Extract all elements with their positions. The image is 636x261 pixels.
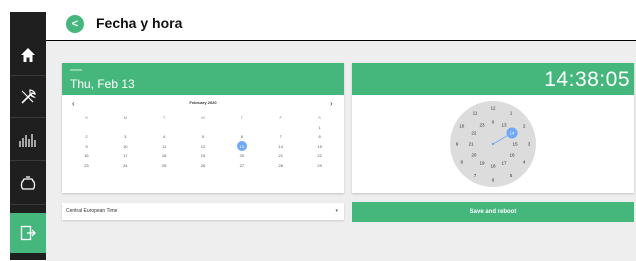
calendar-day[interactable]: 24 — [106, 163, 145, 168]
calendar-day[interactable]: 11 — [145, 144, 184, 149]
calendar-day[interactable]: 25 — [145, 163, 184, 168]
calendar-day[interactable]: 1 — [300, 125, 339, 130]
tools-icon[interactable] — [10, 77, 46, 118]
timezone-select[interactable]: Central European Time ▾ — [62, 203, 344, 220]
time-rest[interactable]: :38:05 — [569, 68, 630, 91]
month-label: February 2020 — [189, 100, 217, 105]
clock-center — [491, 142, 495, 146]
back-button[interactable]: < — [66, 15, 84, 33]
calendar-day[interactable]: 20 — [222, 153, 261, 158]
calendar-day[interactable]: 17 — [106, 153, 145, 158]
calendar-day[interactable]: 23 — [67, 163, 106, 168]
calendar-day[interactable]: 4 — [145, 134, 184, 139]
clock-hour[interactable]: 17 — [501, 161, 507, 166]
timezone-value: Central European Time — [66, 208, 118, 214]
clock-hour[interactable]: 11 — [473, 110, 478, 115]
clock-hour[interactable]: 0 — [492, 120, 495, 125]
calendar-day[interactable]: 9 — [67, 144, 106, 149]
home-icon[interactable] — [10, 35, 46, 76]
clock-hour[interactable]: 13 — [501, 123, 507, 128]
calendar-day[interactable]: 3 — [106, 134, 145, 139]
calendar-day[interactable]: 22 — [300, 153, 339, 158]
clock-hour[interactable]: 18 — [490, 164, 496, 169]
weekday-label: F — [279, 115, 282, 121]
clock-hour[interactable]: 3 — [528, 142, 531, 147]
date-picker: Thu, Feb 13 ‹ February 2020 › SMTWTFS123… — [62, 63, 344, 193]
calendar-day[interactable]: 10 — [106, 144, 145, 149]
clock-hour[interactable]: 8 — [461, 160, 464, 165]
clock-face[interactable]: 12123456789101101314151617181920212223 — [449, 100, 537, 188]
calendar-day[interactable]: 5 — [184, 134, 223, 139]
calendar-day[interactable]: 21 — [261, 153, 300, 158]
calendar-week: 16 17 18 19 20 21 22 — [67, 151, 339, 161]
clock-hour[interactable]: 9 — [456, 142, 459, 147]
time-picker: 14:38:05 12 1 2 3 4 5 6 7 8 9 10 11 0 13 14 15 16 17 18 19 2… — [352, 63, 634, 193]
chevron-down-icon: ▾ — [335, 208, 338, 214]
calendar-day[interactable]: 26 — [184, 163, 223, 168]
calendar-week: 23 24 25 26 27 28 29 — [67, 161, 339, 171]
calendar-day[interactable]: 16 — [67, 153, 106, 158]
calendar-day[interactable]: 28 — [261, 163, 300, 168]
selected-date-display: Thu, Feb 13 — [70, 77, 135, 91]
calendar-day[interactable]: 19 — [184, 153, 223, 158]
time-picker-header: 14:38:05 — [352, 63, 634, 95]
selected-time-display: 14:38:05 — [544, 68, 630, 92]
save-and-reboot-button[interactable]: Save and reboot — [352, 202, 634, 222]
calendar-day[interactable]: 13 — [222, 140, 261, 151]
calendar-week: 2345678 — [67, 132, 339, 142]
calendar-day[interactable]: 6 — [222, 134, 261, 139]
next-month-button[interactable]: › — [330, 99, 333, 108]
weekday-label: M — [123, 115, 127, 121]
clock-hour[interactable]: 4 — [523, 160, 526, 165]
clock-hour[interactable]: 10 — [459, 124, 465, 129]
calendar-week: 1 — [67, 123, 339, 133]
coffee-pot-icon[interactable] — [10, 164, 46, 205]
time-hour[interactable]: 14 — [544, 68, 568, 91]
clock-hour[interactable]: 21 — [468, 142, 474, 147]
weekday-label: S — [85, 115, 88, 121]
clock-hour[interactable]: 7 — [474, 173, 477, 178]
month-navigation: ‹ February 2020 › — [62, 99, 344, 109]
calendar-day[interactable]: 29 — [300, 163, 339, 168]
sidebar — [10, 12, 46, 260]
calendar-day[interactable]: 12 — [184, 144, 223, 149]
equalizer-icon[interactable] — [10, 120, 46, 161]
clock-hour[interactable]: 19 — [479, 161, 485, 166]
calendar-day[interactable]: 18 — [145, 153, 184, 158]
clock-hour[interactable]: 5 — [510, 173, 513, 178]
exit-icon[interactable] — [10, 213, 46, 253]
weekday-label: W — [201, 115, 205, 121]
date-picker-header: Thu, Feb 13 — [62, 63, 344, 95]
calendar-day[interactable]: 2 — [67, 134, 106, 139]
clock-hour[interactable]: 15 — [512, 142, 518, 147]
clock-hour[interactable]: 23 — [479, 123, 485, 128]
weekday-label: S — [318, 115, 321, 121]
clock-hour[interactable]: 20 — [471, 153, 477, 158]
calendar-day[interactable]: 7 — [261, 134, 300, 139]
selected-day[interactable]: 13 — [240, 144, 244, 149]
calendar-grid: S M T W T F S 1 2 3 4 5 6 7 8 9 10 11 12 13 14 15 16 17 18 19 20 21… — [67, 113, 339, 170]
weekday-label: T — [240, 115, 244, 121]
page-title: Fecha y hora — [96, 15, 183, 31]
clock-hour[interactable]: 16 — [509, 153, 515, 158]
weekday-label: T — [162, 115, 166, 121]
calendar-day[interactable]: 14 — [261, 144, 300, 149]
clock-hour[interactable]: 12 — [490, 106, 496, 111]
clock-hour-selected[interactable]: 14 — [509, 131, 515, 136]
weekday-header: SMTWTFS — [67, 113, 339, 123]
clock-hour[interactable]: 1 — [510, 110, 513, 115]
main-content: Thu, Feb 13 ‹ February 2020 › SMTWTFS123… — [46, 41, 636, 261]
page-header: < Fecha y hora — [46, 0, 636, 41]
calendar-day[interactable]: 27 — [222, 163, 261, 168]
clock-hour[interactable]: 2 — [523, 124, 526, 129]
clock-hour[interactable]: 22 — [471, 131, 477, 136]
clock-hour[interactable]: 6 — [492, 178, 495, 183]
year-placeholder[interactable] — [70, 69, 82, 71]
calendar-day[interactable]: 15 — [300, 144, 339, 149]
calendar-day[interactable]: 8 — [300, 134, 339, 139]
calendar-week: 9 10 11 12 13 14 15 — [67, 140, 339, 152]
